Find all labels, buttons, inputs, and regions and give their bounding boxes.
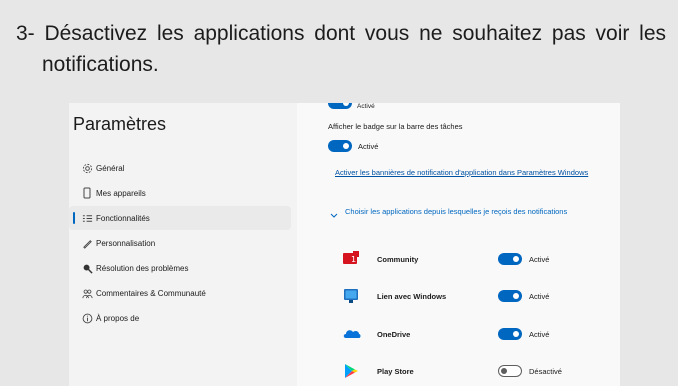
sidebar-item-label: Général bbox=[96, 163, 125, 173]
app-toggle-community[interactable] bbox=[498, 253, 522, 265]
sidebar-item-general[interactable]: Général bbox=[69, 156, 291, 180]
app-toggle-link-to-windows[interactable] bbox=[498, 290, 522, 302]
play-store-icon bbox=[343, 363, 359, 379]
banner-settings-link[interactable]: Activer les bannières de notification d'… bbox=[335, 168, 595, 178]
list-icon bbox=[81, 212, 93, 224]
sidebar-item-feedback-community[interactable]: Commentaires & Communauté bbox=[69, 281, 291, 305]
top-toggle[interactable] bbox=[328, 103, 352, 109]
app-toggle-play-store[interactable] bbox=[498, 365, 522, 377]
sidebar-item-personalization[interactable]: Personnalisation bbox=[69, 231, 291, 255]
main-content: Activé Afficher le badge sur la barre de… bbox=[297, 103, 620, 386]
app-toggle-onedrive[interactable] bbox=[498, 328, 522, 340]
top-toggle-state: Activé bbox=[357, 103, 375, 110]
sidebar-item-my-devices[interactable]: Mes appareils bbox=[69, 181, 291, 205]
app-name: Lien avec Windows bbox=[377, 292, 447, 301]
phone-icon bbox=[81, 187, 93, 199]
onedrive-icon bbox=[343, 326, 361, 342]
info-icon bbox=[81, 312, 93, 324]
sidebar: Paramètres Général Mes appareils Fonctio… bbox=[69, 103, 297, 386]
choose-apps-expander[interactable]: Choisir les applications depuis lesquell… bbox=[345, 207, 585, 217]
settings-window: Paramètres Général Mes appareils Fonctio… bbox=[69, 103, 620, 386]
sidebar-item-label: Mes appareils bbox=[96, 188, 146, 198]
pen-icon bbox=[81, 237, 93, 249]
community-icon bbox=[81, 287, 93, 299]
instruction-text: 3- Désactivez les applications dont vous… bbox=[16, 22, 666, 76]
active-indicator bbox=[73, 212, 75, 224]
wrench-icon bbox=[81, 262, 93, 274]
app-toggle-state: Désactivé bbox=[529, 367, 562, 376]
app-row-play-store: Play Store Désactivé bbox=[297, 359, 620, 385]
app-toggle-state: Activé bbox=[529, 255, 550, 264]
badge-setting-label: Afficher le badge sur la barre des tâche… bbox=[328, 122, 463, 131]
sidebar-item-troubleshooting[interactable]: Résolution des problèmes bbox=[69, 256, 291, 280]
page-title: Paramètres bbox=[73, 114, 167, 134]
app-name: OneDrive bbox=[377, 330, 411, 339]
sidebar-item-label: Personnalisation bbox=[96, 238, 156, 248]
app-toggle-state: Activé bbox=[529, 292, 550, 301]
sidebar-item-about[interactable]: À propos de bbox=[69, 306, 291, 330]
app-row-community: 1 Community Activé bbox=[297, 247, 620, 273]
app-row-link-to-windows: Lien avec Windows Activé bbox=[297, 284, 620, 310]
link-to-windows-icon bbox=[343, 288, 359, 304]
sidebar-item-label: Commentaires & Communauté bbox=[96, 288, 206, 298]
app-toggle-state: Activé bbox=[529, 330, 550, 339]
chevron-down-icon[interactable] bbox=[330, 211, 338, 221]
sidebar-item-label: Fonctionnalités bbox=[96, 213, 150, 223]
community-app-icon: 1 bbox=[343, 251, 359, 267]
sidebar-item-label: Résolution des problèmes bbox=[96, 263, 189, 273]
app-name: Community bbox=[377, 255, 419, 264]
sidebar-item-label: À propos de bbox=[96, 313, 140, 323]
badge-toggle-state: Activé bbox=[358, 142, 379, 151]
badge-toggle[interactable] bbox=[328, 140, 352, 152]
gear-icon bbox=[81, 162, 93, 174]
sidebar-item-features[interactable]: Fonctionnalités bbox=[69, 206, 291, 230]
app-row-onedrive: OneDrive Activé bbox=[297, 322, 620, 348]
app-name: Play Store bbox=[377, 367, 414, 376]
svg-text:1: 1 bbox=[351, 255, 356, 264]
